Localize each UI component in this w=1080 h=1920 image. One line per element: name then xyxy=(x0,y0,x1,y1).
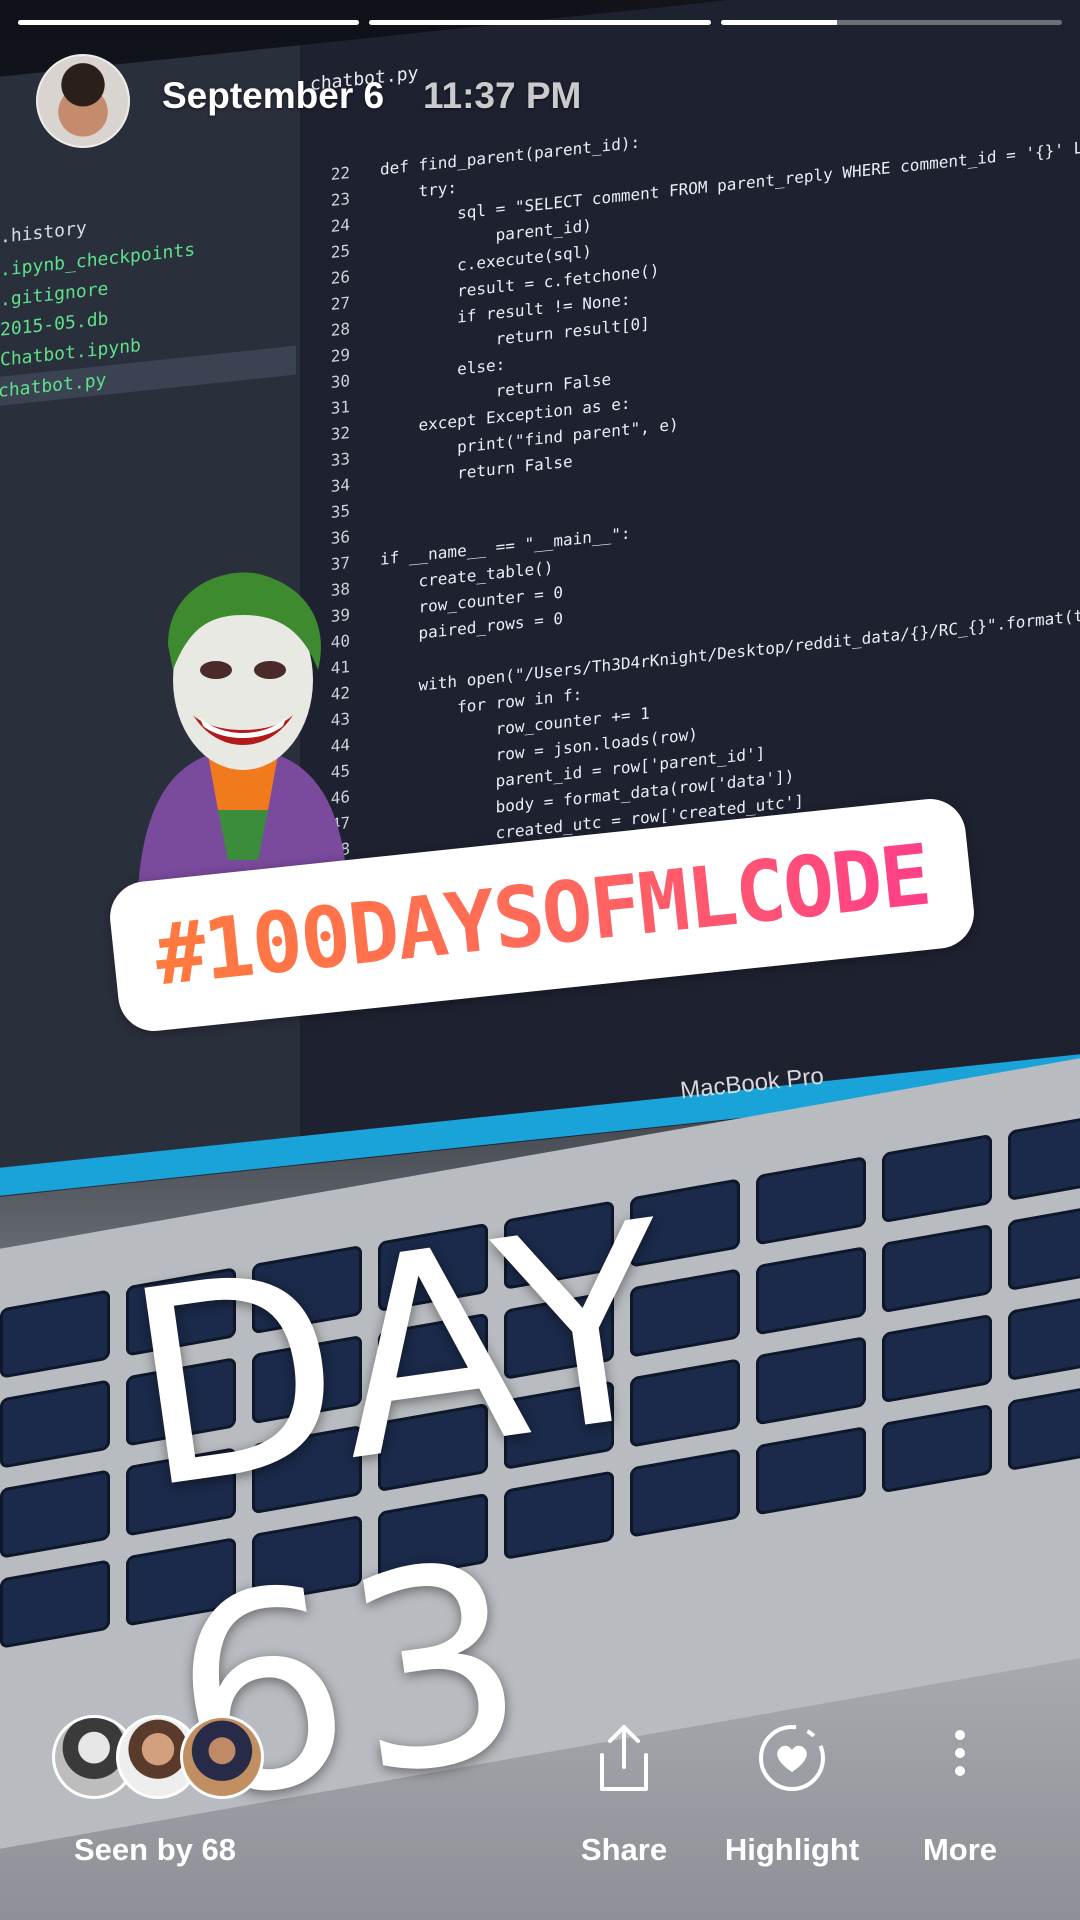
viewer-avatars[interactable] xyxy=(52,1715,272,1799)
story-time: 11:37 PM xyxy=(423,75,582,116)
highlight-heart-icon xyxy=(759,1725,825,1791)
story-progress-fill xyxy=(720,20,837,25)
story-progress-fill xyxy=(18,20,360,25)
story-date: September 6 xyxy=(162,75,385,116)
share-label: Share xyxy=(580,1832,668,1867)
seen-by-count[interactable]: Seen by 68 xyxy=(74,1832,236,1868)
story-progress-segment xyxy=(18,20,360,25)
joker-sticker xyxy=(138,572,348,890)
story-progress-bar xyxy=(18,20,1062,25)
code-area: def find_parent(parent_id): try: sql = "… xyxy=(380,81,1080,937)
more-label: More xyxy=(922,1832,998,1867)
story-progress-fill xyxy=(369,20,711,25)
viewer-avatar xyxy=(180,1715,264,1799)
story-progress-segment xyxy=(369,20,711,25)
sidebar-file: .ipynb_checkpoints xyxy=(0,239,196,281)
highlight-label: Highlight xyxy=(724,1832,860,1867)
keyboard-key xyxy=(0,1379,110,1469)
share-button[interactable]: Share xyxy=(554,1715,694,1895)
keyboard-key xyxy=(0,1289,110,1379)
story-progress-segment xyxy=(720,20,1062,25)
user-avatar[interactable] xyxy=(36,54,130,148)
highlight-button[interactable]: Highlight xyxy=(722,1715,862,1895)
more-options-icon xyxy=(955,1730,965,1776)
keyboard-key xyxy=(0,1559,110,1649)
share-icon xyxy=(600,1725,648,1791)
sidebar-file: .gitignore xyxy=(0,278,109,311)
keyboard-key xyxy=(0,1469,110,1559)
sidebar-file: 2015-05.db xyxy=(0,308,109,341)
sidebar-file: .history xyxy=(0,217,87,248)
more-button[interactable]: More xyxy=(890,1715,1030,1895)
